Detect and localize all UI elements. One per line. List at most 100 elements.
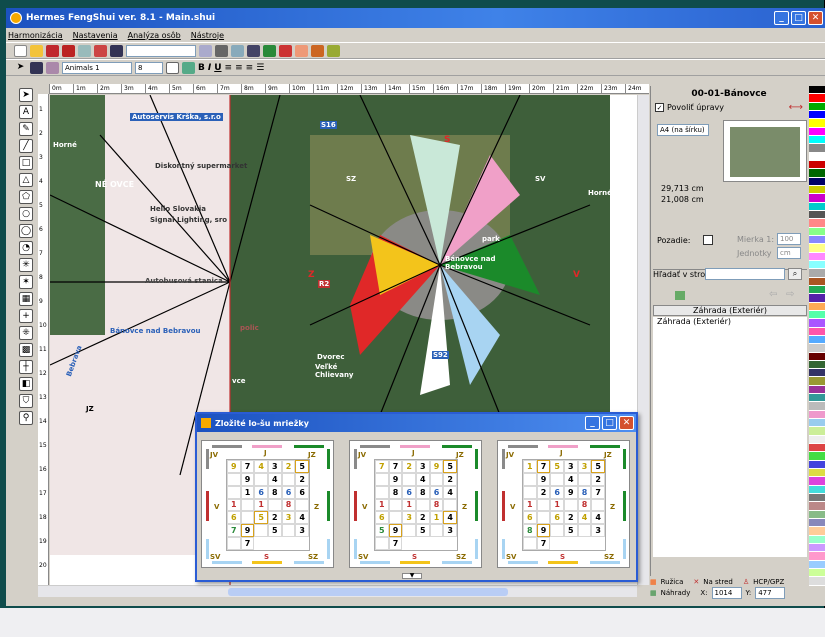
palette-swatch[interactable] <box>809 260 825 270</box>
arc-tool-icon[interactable]: ◔ <box>19 241 33 255</box>
palette-swatch[interactable] <box>809 435 825 445</box>
palette-swatch[interactable] <box>809 177 825 186</box>
palette-swatch[interactable] <box>809 194 825 203</box>
palette-swatch[interactable] <box>809 385 825 395</box>
paper-size-select[interactable]: A4 (na šírku) <box>657 124 709 136</box>
center-icon[interactable]: ✕ <box>693 578 699 586</box>
swap-arrows-icon[interactable]: ⟷ <box>789 102 803 113</box>
open-folder-icon[interactable] <box>30 44 43 57</box>
palette-swatch[interactable] <box>809 527 825 536</box>
color-palette[interactable] <box>809 86 825 586</box>
crosshair-tool-icon[interactable]: + <box>19 309 33 323</box>
polygon-tool-icon[interactable]: ⬠ <box>19 190 33 204</box>
tree-back-icon[interactable]: ⇦ <box>769 289 777 300</box>
border-style-icon[interactable] <box>166 61 179 74</box>
italic-icon[interactable]: I <box>208 63 211 73</box>
star-tool-icon[interactable]: ✶ <box>19 275 33 289</box>
zoom-icon[interactable] <box>199 44 212 57</box>
palette-swatch[interactable] <box>809 502 825 511</box>
palette-swatch[interactable] <box>809 360 825 370</box>
palette-swatch[interactable] <box>809 285 825 295</box>
palette-swatch[interactable] <box>809 152 825 161</box>
grid-tool-icon[interactable]: ▦ <box>19 292 33 306</box>
palette-swatch[interactable] <box>809 269 825 278</box>
axis-tool-icon[interactable]: ┼ <box>19 360 33 374</box>
palette-swatch[interactable] <box>809 127 825 136</box>
pen-tool-icon[interactable]: ✎ <box>19 122 33 136</box>
shield-tool-icon[interactable]: ⛉ <box>19 394 33 408</box>
status-nahrady[interactable]: Náhrady <box>661 589 691 597</box>
palette-swatch[interactable] <box>809 519 825 528</box>
tree-search-input[interactable] <box>705 268 785 280</box>
palette-swatch[interactable] <box>809 244 825 253</box>
palette-swatch[interactable] <box>809 419 825 428</box>
close-button[interactable]: ✕ <box>808 11 823 25</box>
magnet-icon[interactable] <box>30 61 43 74</box>
palette-swatch[interactable] <box>809 110 825 120</box>
palette-swatch[interactable] <box>809 352 825 361</box>
dialog-close-button[interactable]: ✕ <box>619 416 634 430</box>
tree-image-icon[interactable] <box>675 291 685 300</box>
palette-swatch[interactable] <box>809 202 825 211</box>
list-icon[interactable]: ☰ <box>256 63 264 73</box>
flower-icon[interactable] <box>327 44 340 57</box>
eye-icon[interactable] <box>247 44 260 57</box>
fill-color-icon[interactable] <box>182 61 195 74</box>
palette-swatch[interactable] <box>809 235 825 245</box>
size-select[interactable]: 8 <box>135 61 163 74</box>
palette-swatch[interactable] <box>809 402 825 411</box>
copy-icon[interactable] <box>78 44 91 57</box>
target-icon[interactable] <box>295 44 308 57</box>
palette-swatch[interactable] <box>809 460 825 470</box>
palette-swatch[interactable] <box>809 319 825 328</box>
dialog-maximize-button[interactable]: □ <box>602 416 617 430</box>
palette-swatch[interactable] <box>809 294 825 303</box>
status-na-stred[interactable]: Na stred <box>703 578 733 586</box>
select-tool-icon[interactable]: ➤ <box>19 88 33 102</box>
palette-swatch[interactable] <box>809 560 825 570</box>
palette-swatch[interactable] <box>809 252 825 261</box>
text-tool-icon[interactable]: A <box>19 105 33 119</box>
palette-swatch[interactable] <box>809 569 825 578</box>
palette-swatch[interactable] <box>809 452 825 461</box>
radial-tool-icon[interactable]: ✳ <box>19 258 33 272</box>
palette-swatch[interactable] <box>809 494 825 503</box>
hscroll-thumb[interactable] <box>228 588 508 596</box>
pattern-tool-icon[interactable]: ▩ <box>19 343 33 357</box>
rect-tool-icon[interactable]: □ <box>19 156 33 170</box>
replace-icon[interactable]: ▦ <box>650 589 657 597</box>
palette-swatch[interactable] <box>809 485 825 495</box>
tree-forward-icon[interactable]: ⇨ <box>786 289 794 300</box>
edit-checkbox[interactable]: ✓ <box>655 103 664 112</box>
palette-swatch[interactable] <box>809 394 825 403</box>
palette-swatch[interactable] <box>809 160 825 170</box>
palette-swatch[interactable] <box>809 377 825 386</box>
units-select[interactable]: cm <box>777 247 801 259</box>
wand-icon[interactable] <box>46 61 59 74</box>
center-tool-icon[interactable]: ⁜ <box>19 326 33 340</box>
palette-swatch[interactable] <box>809 327 825 336</box>
rose-icon[interactable]: ▦ <box>650 578 657 586</box>
palette-swatch[interactable] <box>809 227 825 236</box>
new-file-icon[interactable] <box>14 44 27 57</box>
palette-swatch[interactable] <box>809 427 825 436</box>
palette-swatch[interactable] <box>809 210 825 220</box>
palette-swatch[interactable] <box>809 94 825 103</box>
save-icon[interactable] <box>46 44 59 57</box>
palette-swatch[interactable] <box>809 185 825 195</box>
palette-swatch[interactable] <box>809 86 825 95</box>
palette-swatch[interactable] <box>809 344 825 353</box>
palette-swatch[interactable] <box>809 135 825 145</box>
search-field[interactable] <box>126 44 196 57</box>
menu-harmonizacia[interactable]: Harmonizácia <box>8 31 63 40</box>
triangle-tool-icon[interactable]: △ <box>19 173 33 187</box>
vertical-scrollbar[interactable] <box>637 95 649 585</box>
background-checkbox[interactable] <box>703 235 713 245</box>
palette-swatch[interactable] <box>809 469 825 478</box>
palette-swatch[interactable] <box>809 410 825 420</box>
dialog-expand-button[interactable]: ▼ <box>402 573 422 579</box>
book-icon[interactable] <box>311 44 324 57</box>
palette-swatch[interactable] <box>809 102 825 111</box>
palette-swatch[interactable] <box>809 144 825 153</box>
palette-swatch[interactable] <box>809 552 825 561</box>
